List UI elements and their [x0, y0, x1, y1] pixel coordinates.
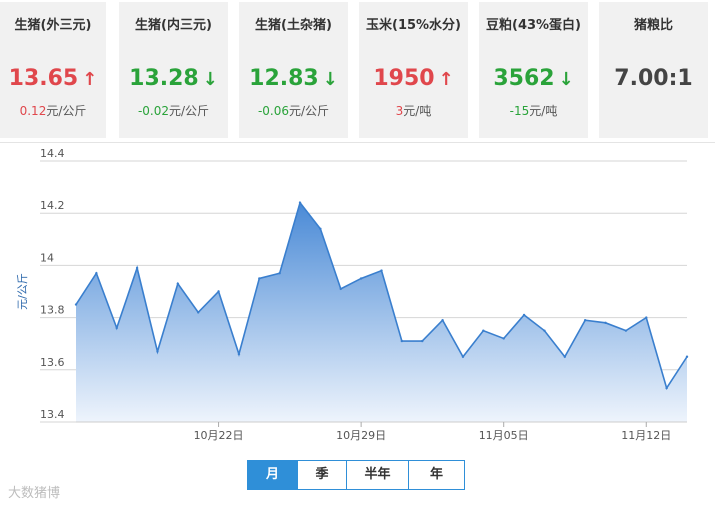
data-point	[543, 329, 546, 332]
data-point	[583, 319, 587, 322]
data-point	[95, 272, 98, 275]
y-tick-label: 13.6	[40, 356, 65, 369]
range-button[interactable]: 季	[298, 461, 347, 489]
data-point	[217, 290, 220, 293]
data-point	[441, 319, 444, 322]
price-card: 生猪(内三元) 13.28 ↓ -0.02元/公斤	[119, 2, 228, 138]
price-cards: 生猪(外三元) 13.65 ↑ 0.12元/公斤 生猪(内三元) 13.28 ↓ -0.02元…	[0, 0, 715, 140]
card-change-value: -0.02	[137, 104, 169, 118]
card-change-unit: 元/公斤	[46, 104, 87, 118]
data-point	[237, 352, 241, 356]
data-point	[258, 277, 261, 280]
card-price: 12.83 ↓	[239, 66, 348, 91]
card-change-value: -15	[509, 104, 530, 118]
card-title: 玉米(15%水分)	[366, 18, 461, 33]
range-button[interactable]: 半年	[347, 461, 409, 489]
arrow-up-icon: ↑	[438, 69, 454, 90]
card-price: 13.28 ↓	[119, 66, 228, 91]
card-change-value: -0.06	[257, 104, 289, 118]
y-tick-label: 14.2	[40, 199, 65, 212]
range-selector: 月季半年年	[247, 460, 465, 490]
card-price-value: 13.65	[8, 66, 79, 91]
range-button[interactable]: 年	[409, 461, 464, 489]
card-change: -0.02元/公斤	[119, 102, 228, 119]
data-point	[319, 227, 322, 231]
card-price: 7.00:1	[599, 66, 708, 91]
x-tick-label: 10月22日	[194, 429, 244, 442]
data-point	[421, 339, 424, 343]
card-title: 生猪(土杂猪)	[255, 18, 332, 33]
data-point	[176, 282, 180, 285]
card-price-value: 7.00:1	[614, 66, 693, 91]
x-tick-label: 10月29日	[336, 429, 386, 442]
card-change-value: 0.12	[19, 104, 47, 118]
data-point	[359, 277, 363, 280]
data-point	[685, 355, 689, 358]
arrow-up-icon: ↑	[82, 69, 98, 90]
card-change-unit: 元/吨	[403, 104, 432, 118]
data-point	[115, 326, 118, 330]
card-change-unit: 元/吨	[529, 104, 558, 118]
arrow-down-icon: ↓	[202, 69, 218, 90]
arrow-down-icon: ↓	[558, 69, 574, 90]
data-point	[604, 321, 607, 325]
chart-svg: 14.4 14.2 14 13.8 13.6 13.4 10月22日 10月29日 11月05日…	[16, 147, 689, 442]
price-card: 玉米(15%水分) 1950 ↑ 3元/吨	[359, 2, 468, 138]
data-point	[298, 201, 302, 204]
y-tick-label: 13.8	[40, 304, 65, 317]
card-title: 豆粕(43%蛋白)	[486, 18, 581, 33]
y-tick-label: 14.4	[40, 147, 65, 160]
data-point	[563, 355, 566, 358]
area-fill	[76, 202, 687, 422]
x-tick-label: 11月05日	[479, 429, 529, 442]
data-point	[156, 350, 159, 353]
card-change-unit: 元/公斤	[169, 104, 210, 118]
arrow-down-icon: ↓	[322, 69, 338, 90]
data-point	[278, 272, 281, 275]
y-tick-label: 13.4	[40, 408, 65, 421]
card-price: 1950 ↑	[359, 66, 468, 91]
card-change: 3元/吨	[359, 102, 468, 119]
y-tick-label: 14	[40, 251, 54, 264]
card-price-value: 3562	[493, 66, 555, 91]
price-card: 生猪(外三元) 13.65 ↑ 0.12元/公斤	[0, 2, 106, 138]
card-price: 13.65 ↑	[0, 66, 106, 91]
data-point	[624, 329, 628, 332]
data-point	[400, 339, 404, 343]
card-price-value: 12.83	[249, 66, 319, 91]
data-point	[482, 329, 485, 332]
card-price-value: 1950	[373, 66, 435, 91]
card-title: 生猪(内三元)	[135, 18, 212, 33]
data-point	[74, 303, 78, 306]
card-change: 0.12元/公斤	[0, 102, 106, 119]
data-point	[197, 311, 200, 314]
range-button[interactable]: 月	[248, 461, 298, 489]
price-card: 猪粮比 7.00:1	[599, 2, 708, 138]
data-point	[461, 355, 465, 358]
price-chart: 14.4 14.2 14 13.8 13.6 13.4 10月22日 10月29日 11月05日…	[0, 142, 715, 505]
card-price: 3562 ↓	[479, 66, 588, 91]
watermark: 大数猪博	[8, 486, 61, 501]
data-point	[645, 316, 648, 319]
y-axis-title: 元/公斤	[16, 273, 29, 310]
data-point	[502, 337, 505, 340]
card-change: -15元/吨	[479, 102, 588, 119]
data-point	[665, 386, 668, 390]
data-point	[135, 266, 139, 270]
data-point	[380, 269, 383, 272]
card-price-value: 13.28	[129, 66, 199, 91]
card-change: -0.06元/公斤	[239, 102, 348, 119]
data-point	[339, 287, 342, 291]
price-card: 豆粕(43%蛋白) 3562 ↓ -15元/吨	[479, 2, 588, 138]
card-title: 猪粮比	[633, 18, 673, 33]
card-change-unit: 元/公斤	[289, 104, 330, 118]
data-point	[522, 313, 526, 317]
x-tick-label: 11月12日	[621, 429, 671, 442]
card-title: 生猪(外三元)	[14, 18, 92, 33]
price-card: 生猪(土杂猪) 12.83 ↓ -0.06元/公斤	[239, 2, 348, 138]
